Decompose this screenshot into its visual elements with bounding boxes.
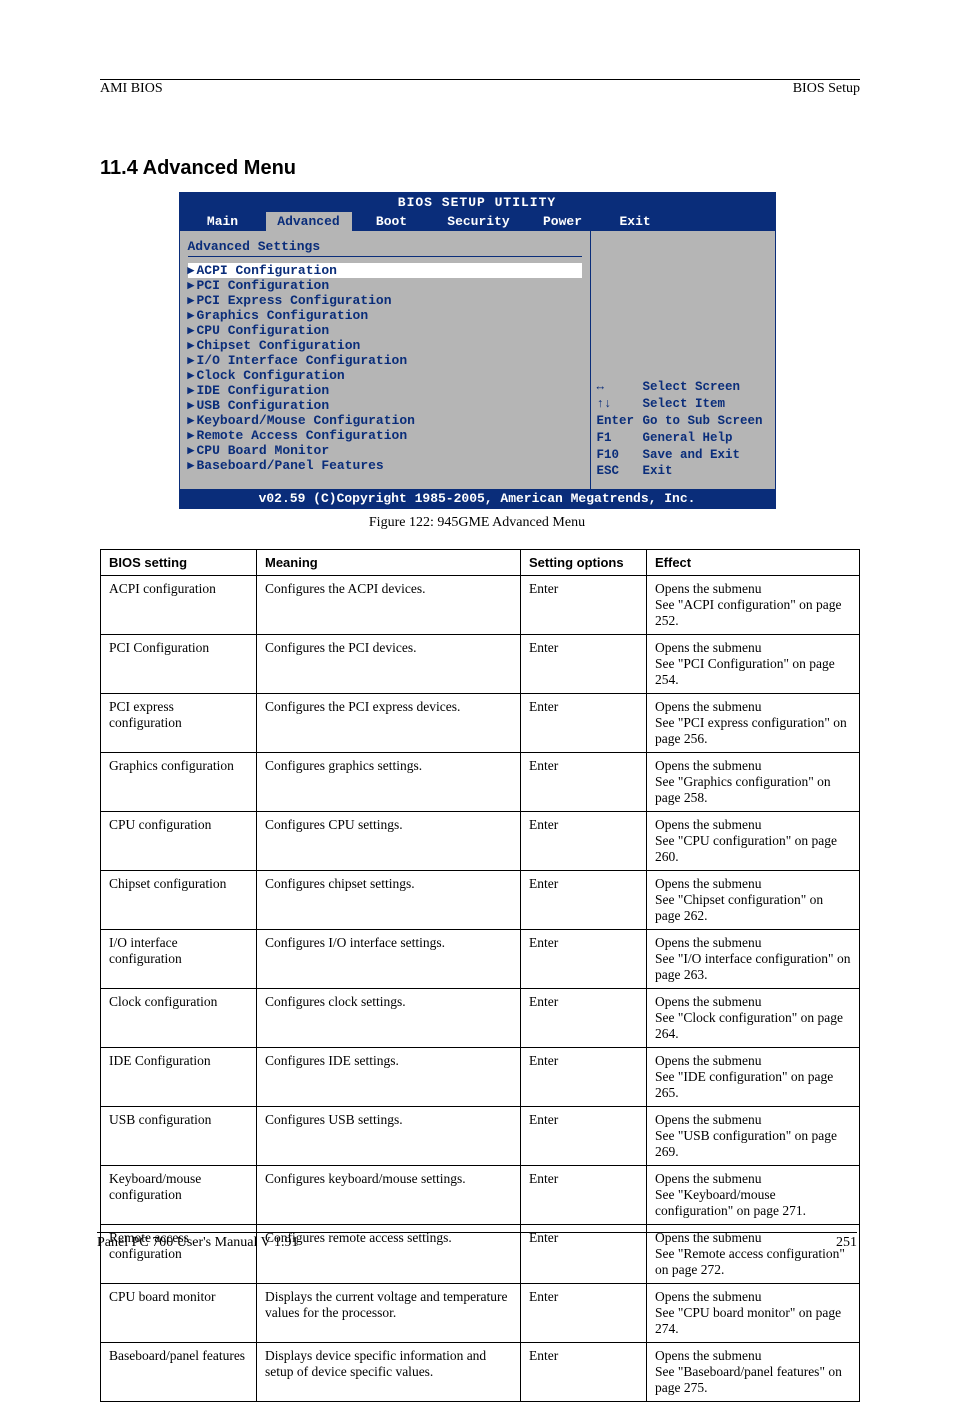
footer-doc-title: Panel PC 700 User's Manual V 1.91 bbox=[97, 1235, 299, 1251]
chevron-right-icon: ▸ bbox=[188, 293, 197, 308]
chevron-right-icon: ▸ bbox=[188, 383, 197, 398]
bios-copyright: v02.59 (C)Copyright 1985-2005, American … bbox=[180, 489, 775, 508]
help-key-icon: Enter bbox=[597, 413, 643, 430]
th-setting: BIOS setting bbox=[101, 550, 257, 576]
tab-boot[interactable]: Boot bbox=[352, 212, 432, 231]
bios-item[interactable]: ▸Baseboard/Panel Features bbox=[188, 458, 582, 473]
bios-item[interactable]: ▸CPU Configuration bbox=[188, 323, 582, 338]
chevron-right-icon: ▸ bbox=[188, 308, 197, 323]
bios-item[interactable]: ▸Chipset Configuration bbox=[188, 338, 582, 353]
tab-exit[interactable]: Exit bbox=[600, 212, 775, 231]
chevron-right-icon: ▸ bbox=[188, 323, 197, 338]
tab-security[interactable]: Security bbox=[432, 212, 526, 231]
bios-item[interactable]: ▸Remote Access Configuration bbox=[188, 428, 582, 443]
table-row: USB configurationConfigures USB settings… bbox=[101, 1107, 860, 1166]
table-row: CPU configurationConfigures CPU settings… bbox=[101, 812, 860, 871]
header-left: AMI BIOS bbox=[100, 81, 163, 97]
table-row: Graphics configurationConfigures graphic… bbox=[101, 753, 860, 812]
th-options: Setting options bbox=[521, 550, 647, 576]
bios-item[interactable]: ▸USB Configuration bbox=[188, 398, 582, 413]
bios-item[interactable]: ▸Keyboard/Mouse Configuration bbox=[188, 413, 582, 428]
bios-tab-bar: Main Advanced Boot Security Power Exit bbox=[180, 212, 775, 231]
chevron-right-icon: ▸ bbox=[188, 353, 197, 368]
chevron-right-icon: ▸ bbox=[188, 443, 197, 458]
tab-power[interactable]: Power bbox=[526, 212, 600, 231]
chevron-right-icon: ▸ bbox=[188, 368, 197, 383]
chevron-right-icon: ▸ bbox=[188, 413, 197, 428]
bios-help-pane: ↔Select Screen ↑↓Select Item EnterGo to … bbox=[590, 231, 775, 489]
help-key-icon: ↔ bbox=[597, 379, 643, 396]
table-row: IDE ConfigurationConfigures IDE settings… bbox=[101, 1048, 860, 1107]
bios-item[interactable]: ▸Clock Configuration bbox=[188, 368, 582, 383]
table-row: CPU board monitorDisplays the current vo… bbox=[101, 1284, 860, 1343]
chevron-right-icon: ▸ bbox=[188, 398, 197, 413]
table-row: Clock configurationConfigures clock sett… bbox=[101, 989, 860, 1048]
help-key-icon: F10 bbox=[597, 447, 643, 464]
help-key-icon: ↑↓ bbox=[597, 396, 643, 413]
table-row: PCI express configurationConfigures the … bbox=[101, 694, 860, 753]
header-right: BIOS Setup bbox=[793, 81, 860, 97]
chevron-right-icon: ▸ bbox=[188, 458, 197, 473]
bios-item[interactable]: ▸CPU Board Monitor bbox=[188, 443, 582, 458]
help-key-icon: ESC bbox=[597, 463, 643, 480]
help-key-icon: F1 bbox=[597, 430, 643, 447]
bios-item[interactable]: ▸PCI Express Configuration bbox=[188, 293, 582, 308]
footer-page-number: 251 bbox=[836, 1235, 857, 1251]
table-row: Baseboard/panel featuresDisplays device … bbox=[101, 1343, 860, 1402]
bios-title: BIOS SETUP UTILITY bbox=[180, 193, 775, 212]
tab-advanced[interactable]: Advanced bbox=[266, 212, 352, 231]
feature-table: BIOS setting Meaning Setting options Eff… bbox=[100, 549, 860, 1402]
bios-item[interactable]: ▸IDE Configuration bbox=[188, 383, 582, 398]
chevron-right-icon: ▸ bbox=[188, 278, 197, 293]
th-meaning: Meaning bbox=[257, 550, 521, 576]
th-effect: Effect bbox=[647, 550, 860, 576]
table-row: ACPI configurationConfigures the ACPI de… bbox=[101, 576, 860, 635]
bios-item[interactable]: ▸Graphics Configuration bbox=[188, 308, 582, 323]
bios-item[interactable]: ▸I/O Interface Configuration bbox=[188, 353, 582, 368]
table-row: I/O interface configurationConfigures I/… bbox=[101, 930, 860, 989]
tab-main[interactable]: Main bbox=[180, 212, 266, 231]
bios-heading: Advanced Settings bbox=[188, 239, 582, 254]
table-row: PCI ConfigurationConfigures the PCI devi… bbox=[101, 635, 860, 694]
table-row: Chipset configurationConfigures chipset … bbox=[101, 871, 860, 930]
bios-item[interactable]: ▸PCI Configuration bbox=[188, 278, 582, 293]
table-row: Keyboard/mouse configurationConfigures k… bbox=[101, 1166, 860, 1225]
bios-item[interactable]: ▸ACPI Configuration bbox=[188, 263, 582, 278]
chevron-right-icon: ▸ bbox=[188, 338, 197, 353]
bios-screenshot: BIOS SETUP UTILITY Main Advanced Boot Se… bbox=[179, 192, 776, 509]
section-title: 11.4 Advanced Menu bbox=[100, 157, 854, 180]
chevron-right-icon: ▸ bbox=[188, 428, 197, 443]
chevron-right-icon: ▸ bbox=[188, 263, 197, 278]
figure-label: Figure 122: 945GME Advanced Menu bbox=[100, 515, 854, 531]
